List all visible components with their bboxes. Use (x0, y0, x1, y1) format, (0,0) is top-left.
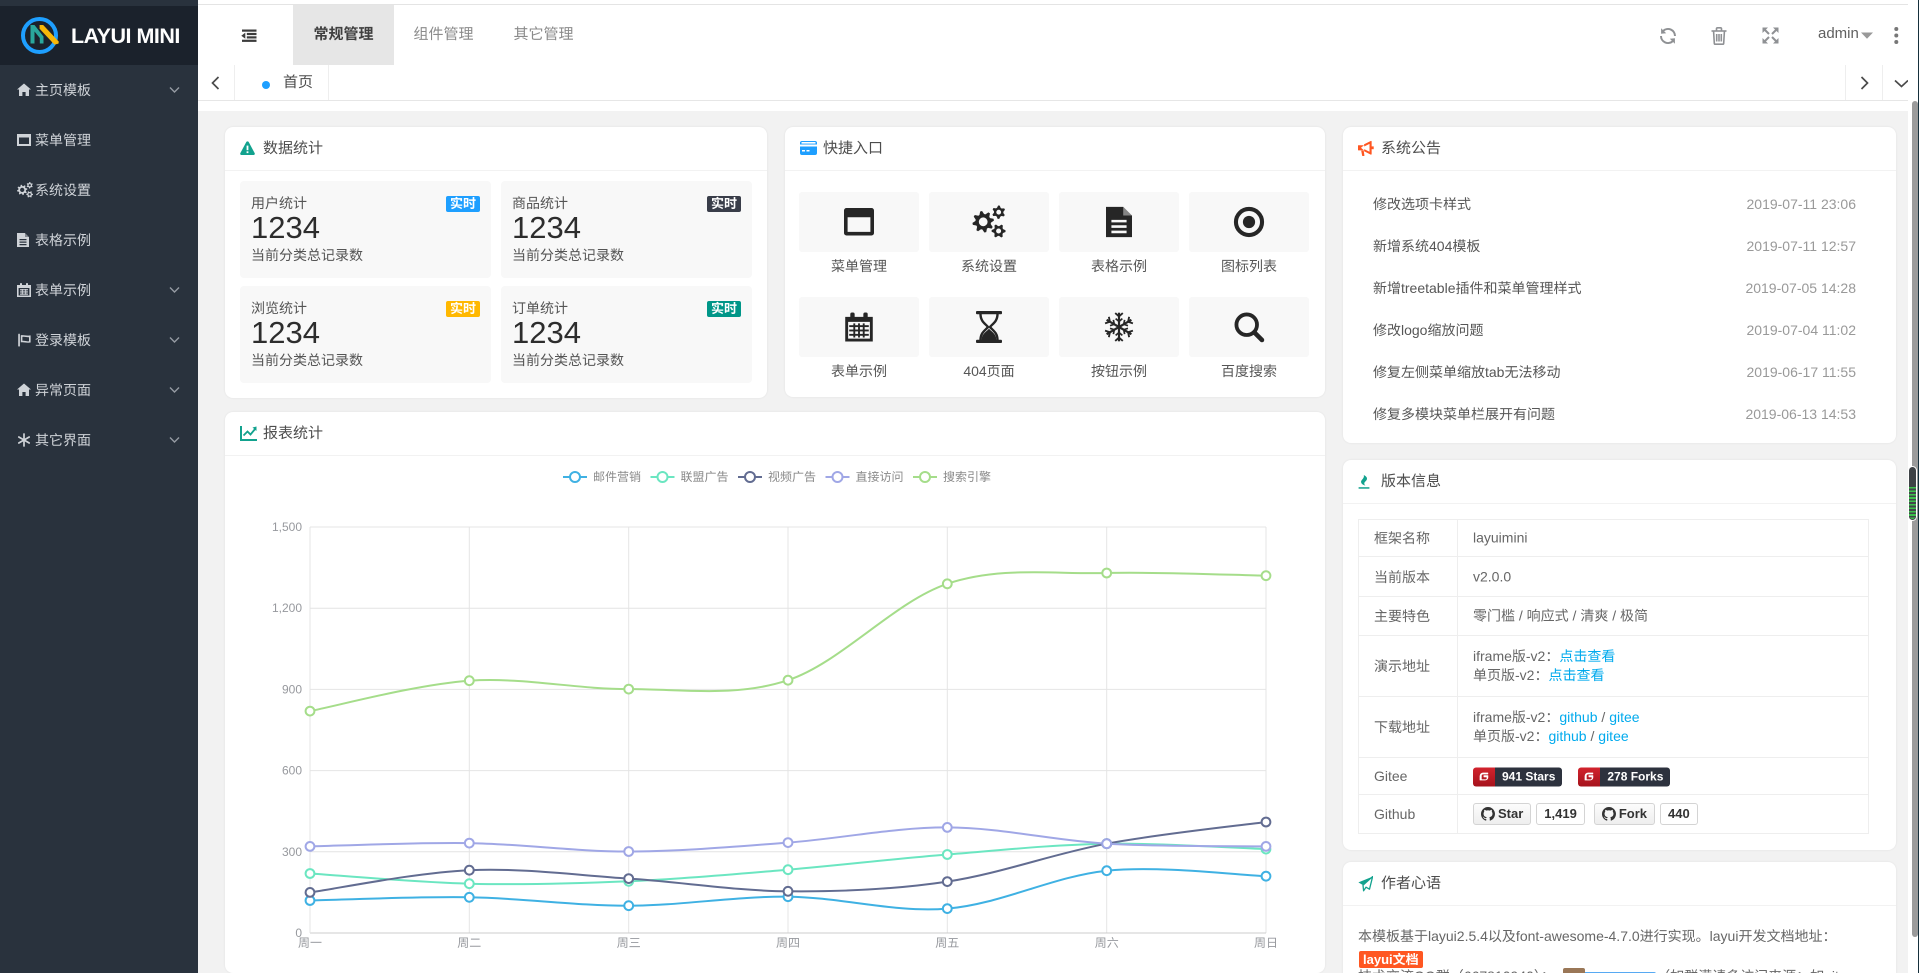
svg-text:周四: 周四 (776, 936, 800, 950)
svg-text:1,500: 1,500 (272, 520, 302, 534)
svg-text:搜索引擎: 搜索引擎 (943, 470, 991, 484)
svg-text:视频广告: 视频广告 (768, 470, 816, 484)
svg-text:周六: 周六 (1095, 936, 1119, 950)
svg-text:300: 300 (282, 845, 302, 859)
svg-text:直接访问: 直接访问 (856, 470, 904, 484)
svg-text:周五: 周五 (935, 936, 959, 950)
svg-text:600: 600 (282, 764, 302, 778)
svg-text:900: 900 (282, 682, 302, 696)
svg-text:周二: 周二 (457, 936, 481, 950)
svg-text:周日: 周日 (1254, 936, 1278, 950)
svg-text:联盟广告: 联盟广告 (681, 470, 729, 484)
svg-text:1,200: 1,200 (272, 601, 302, 615)
svg-text:周三: 周三 (617, 936, 641, 950)
svg-text:邮件营销: 邮件营销 (593, 470, 641, 484)
svg-text:周一: 周一 (298, 936, 322, 950)
